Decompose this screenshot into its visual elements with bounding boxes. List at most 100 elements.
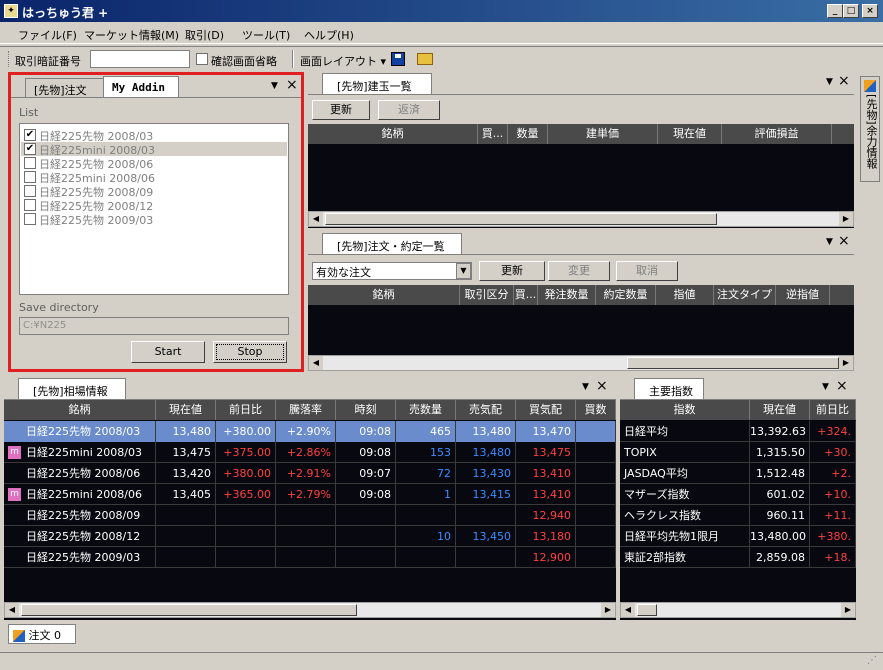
order-filter-select[interactable]: 有効な注文 ▼ bbox=[312, 262, 472, 280]
stop-button[interactable]: Stop bbox=[213, 341, 287, 363]
market-hscroll[interactable]: ◀ ▶ bbox=[4, 602, 616, 618]
panel-menu-icon[interactable]: ▼ bbox=[826, 237, 833, 247]
bottom-tab-orders[interactable]: 注文 0 bbox=[8, 624, 76, 644]
list-item[interactable]: ✔ 日経225先物 2008/03 bbox=[21, 128, 287, 143]
maximize-button[interactable]: □ bbox=[843, 4, 859, 18]
col-header[interactable]: 前日比 bbox=[810, 400, 856, 420]
tab-orders[interactable]: [先物]注文・約定一覧 bbox=[322, 233, 462, 255]
list-item[interactable]: 日経225先物 2008/06 bbox=[21, 156, 287, 171]
item-checkbox[interactable] bbox=[24, 171, 36, 183]
chevron-down-icon[interactable]: ▼ bbox=[456, 263, 471, 279]
col-header[interactable]: 銘柄 bbox=[308, 285, 460, 305]
panel-close-icon[interactable]: × bbox=[286, 77, 298, 93]
col-header[interactable]: 発注数量 bbox=[538, 285, 596, 305]
tab-market[interactable]: [先物]相場情報 bbox=[18, 378, 126, 400]
open-folder-icon[interactable] bbox=[417, 53, 433, 65]
table-row[interactable]: 日経225先物 2008/12 10 13,450 13,180 bbox=[4, 526, 616, 547]
save-icon[interactable] bbox=[391, 52, 405, 66]
table-row[interactable]: マザーズ指数 601.02 +10. bbox=[620, 484, 856, 505]
col-header[interactable]: 建単価 bbox=[548, 124, 658, 144]
col-header[interactable]: 現在値 bbox=[156, 400, 216, 420]
menu-file[interactable]: ファイル(F) bbox=[18, 27, 77, 43]
orders-modify-button[interactable]: 変更 bbox=[548, 261, 610, 281]
col-header[interactable]: 評価損益 bbox=[722, 124, 832, 144]
col-header[interactable]: 現在値 bbox=[750, 400, 810, 420]
list-item[interactable]: 日経225先物 2008/12 bbox=[21, 198, 287, 213]
col-header[interactable]: 銘柄 bbox=[4, 400, 156, 420]
positions-settle-button[interactable]: 返済 bbox=[378, 100, 440, 120]
table-row[interactable]: 日経225先物 2008/03 13,480 +380.00 +2.90% 09:08 4… bbox=[4, 421, 616, 442]
panel-menu-icon[interactable]: ▼ bbox=[271, 81, 278, 91]
col-header[interactable]: 銘柄 bbox=[308, 124, 478, 144]
col-header[interactable]: 売数量 bbox=[396, 400, 456, 420]
orders-hscroll[interactable]: ◀ ▶ bbox=[308, 355, 854, 371]
col-header[interactable]: 注文タイプ bbox=[714, 285, 776, 305]
table-row[interactable]: 日経平均先物1限月 13,480.00 +380. bbox=[620, 526, 856, 547]
item-checkbox[interactable]: ✔ bbox=[24, 129, 36, 141]
col-header[interactable]: 逆指値 bbox=[776, 285, 830, 305]
minimize-button[interactable]: _ bbox=[827, 4, 843, 18]
panel-menu-icon[interactable]: ▼ bbox=[582, 382, 589, 392]
table-row[interactable]: 日経225先物 2008/06 13,420 +380.00 +2.91% 09:07 7… bbox=[4, 463, 616, 484]
table-row[interactable]: 日経225mini 2008/06 13,405 +365.00 +2.79% 09:0… bbox=[4, 484, 616, 505]
confirm-checkbox[interactable] bbox=[196, 53, 208, 65]
item-checkbox[interactable] bbox=[24, 157, 36, 169]
table-row[interactable]: TOPIX 1,315.50 +30. bbox=[620, 442, 856, 463]
col-header[interactable]: 時刻 bbox=[336, 400, 396, 420]
tab-indices[interactable]: 主要指数 bbox=[634, 378, 704, 400]
table-row[interactable]: 日経225先物 2009/03 12,900 bbox=[4, 547, 616, 568]
item-checkbox[interactable]: ✔ bbox=[24, 143, 36, 155]
item-checkbox[interactable] bbox=[24, 199, 36, 211]
list-item[interactable]: 日経225先物 2009/03 bbox=[21, 212, 287, 227]
panel-close-icon[interactable]: × bbox=[596, 378, 608, 394]
col-header[interactable]: 指数 bbox=[620, 400, 750, 420]
table-row[interactable]: 東証2部指数 2,859.08 +18. bbox=[620, 547, 856, 568]
panel-menu-icon[interactable]: ▼ bbox=[822, 382, 829, 392]
panel-close-icon[interactable]: × bbox=[838, 233, 850, 249]
list-item[interactable]: 日経225先物 2008/09 bbox=[21, 184, 287, 199]
tab-positions[interactable]: [先物]建玉一覧 bbox=[322, 73, 432, 95]
col-header[interactable]: 買... bbox=[478, 124, 508, 144]
col-header[interactable]: 取引区分 bbox=[460, 285, 514, 305]
panel-menu-icon[interactable]: ▼ bbox=[826, 77, 833, 87]
table-row[interactable]: 日経225先物 2008/09 12,940 bbox=[4, 505, 616, 526]
save-directory-input[interactable]: C:¥N225 bbox=[19, 317, 289, 335]
table-row[interactable]: JASDAQ平均 1,512.48 +2. bbox=[620, 463, 856, 484]
tab-my-addin[interactable]: My Addin bbox=[103, 76, 179, 98]
col-header[interactable]: 数量 bbox=[508, 124, 548, 144]
panel-close-icon[interactable]: × bbox=[838, 73, 850, 89]
menu-help[interactable]: ヘルプ(H) bbox=[304, 27, 354, 43]
list-item[interactable]: ✔ 日経225mini 2008/03 bbox=[21, 142, 287, 157]
col-header[interactable]: 買数 bbox=[576, 400, 616, 420]
positions-refresh-button[interactable]: 更新 bbox=[312, 100, 370, 120]
instrument-list[interactable]: ✔ 日経225先物 2008/03 ✔ 日経225mini 2008/03 日経225先… bbox=[19, 123, 289, 295]
toolbar-grip[interactable] bbox=[8, 51, 11, 67]
table-row[interactable]: 日経平均 13,392.63 +324. bbox=[620, 421, 856, 442]
start-button[interactable]: Start bbox=[131, 341, 205, 363]
col-header[interactable]: 前日比 bbox=[216, 400, 276, 420]
tab-futures-order[interactable]: [先物]注文 bbox=[25, 78, 105, 98]
item-checkbox[interactable] bbox=[24, 213, 36, 225]
menu-market[interactable]: マーケット情報(M) bbox=[84, 27, 179, 43]
positions-hscroll[interactable]: ◀ ▶ bbox=[308, 211, 854, 227]
orders-cancel-button[interactable]: 取消 bbox=[616, 261, 678, 281]
col-header[interactable]: 現在値 bbox=[658, 124, 722, 144]
col-header[interactable]: 買気配 bbox=[516, 400, 576, 420]
orders-refresh-button[interactable]: 更新 bbox=[479, 261, 545, 281]
item-checkbox[interactable] bbox=[24, 185, 36, 197]
col-header[interactable]: 売気配 bbox=[456, 400, 516, 420]
col-header[interactable]: 買... bbox=[514, 285, 538, 305]
side-tab-margin[interactable]: [先物]余力情報 bbox=[860, 76, 880, 182]
pin-input[interactable] bbox=[90, 50, 190, 68]
menu-trade[interactable]: 取引(D) bbox=[185, 27, 224, 43]
layout-dropdown[interactable]: 画面レイアウト ▾ bbox=[300, 53, 386, 69]
col-header[interactable]: 騰落率 bbox=[276, 400, 336, 420]
table-row[interactable]: ヘラクレス指数 960.11 +11. bbox=[620, 505, 856, 526]
panel-close-icon[interactable]: × bbox=[836, 378, 848, 394]
list-item[interactable]: 日経225mini 2008/06 bbox=[21, 170, 287, 185]
table-row[interactable]: 日経225mini 2008/03 13,475 +375.00 +2.86% 09:0… bbox=[4, 442, 616, 463]
col-header[interactable]: 約定数量 bbox=[596, 285, 656, 305]
col-header[interactable]: 指値 bbox=[656, 285, 714, 305]
indices-hscroll[interactable]: ◀ ▶ bbox=[620, 602, 856, 618]
resize-grip-icon[interactable]: ⋰ bbox=[867, 655, 877, 666]
